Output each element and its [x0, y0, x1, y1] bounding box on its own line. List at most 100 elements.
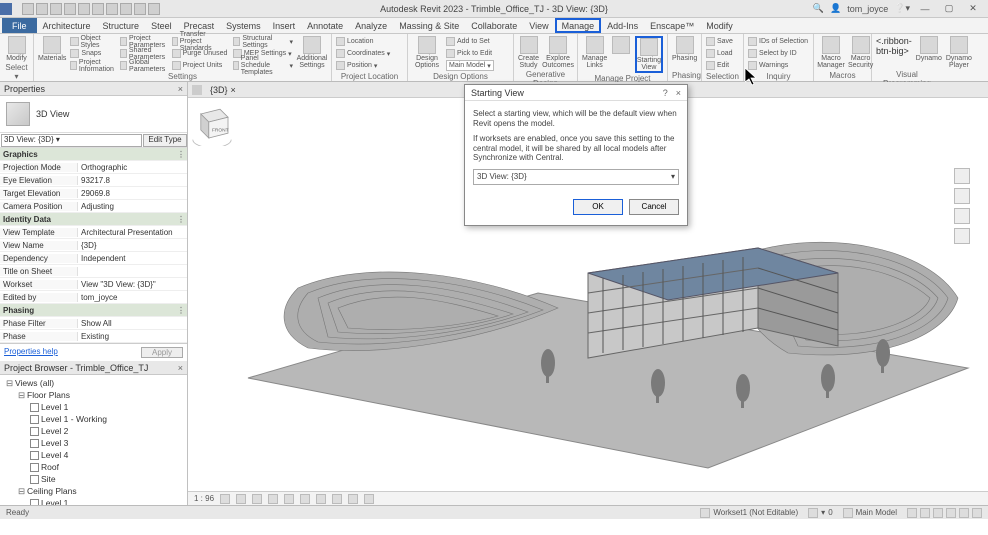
home-icon[interactable]	[192, 85, 202, 95]
project-browser-tree[interactable]: ⊟Views (all) ⊟Floor Plans Level 1Level 1…	[0, 375, 187, 505]
position-button[interactable]: Position▾	[336, 60, 390, 71]
property-row[interactable]: Edited bytom_joyce	[0, 291, 187, 304]
qat-icon[interactable]	[22, 3, 34, 15]
property-value[interactable]: tom_joyce	[78, 293, 187, 302]
location-button[interactable]: Location	[336, 36, 390, 47]
user-icon[interactable]: 👤	[830, 3, 841, 14]
property-row[interactable]: DependencyIndependent	[0, 252, 187, 265]
project-units-button[interactable]: Project Units	[172, 60, 229, 71]
view-tab-3d[interactable]: {3D} ×	[210, 85, 236, 95]
filter-icon[interactable]	[972, 508, 982, 518]
property-row[interactable]: Phase FilterShow All	[0, 317, 187, 330]
shared-params-button[interactable]: Shared Parameters	[120, 48, 167, 59]
tab-file[interactable]: File	[2, 18, 37, 33]
starting-view-button[interactable]: Starting View	[635, 36, 663, 73]
user-name[interactable]: tom_joyce	[847, 4, 888, 14]
macro-manager-button[interactable]: Macro Manager	[818, 36, 844, 69]
select-pinned-icon[interactable]	[933, 508, 943, 518]
qat-icon[interactable]	[148, 3, 160, 15]
warnings-button[interactable]: Warnings	[748, 60, 808, 71]
editable-requests-icon[interactable]	[808, 508, 818, 518]
tree-item[interactable]: Roof	[2, 461, 185, 473]
macro-security-button[interactable]: Macro Security	[848, 36, 873, 69]
qat-icon[interactable]	[92, 3, 104, 15]
close-button[interactable]: ✕	[964, 3, 982, 14]
structural-settings-button[interactable]: Structural Settings▾	[233, 36, 293, 47]
view-tab-close-icon[interactable]: ×	[231, 85, 236, 95]
property-value[interactable]: Existing	[78, 332, 187, 341]
cancel-button[interactable]: Cancel	[629, 199, 679, 215]
qat-icon[interactable]	[50, 3, 62, 15]
type-selector[interactable]: 3D View	[0, 96, 187, 133]
phasing-button[interactable]: Phasing	[672, 36, 697, 62]
qat-icon[interactable]	[64, 3, 76, 15]
drag-elements-icon[interactable]	[959, 508, 969, 518]
edit-selection-button[interactable]: Edit	[706, 60, 733, 71]
workset-status[interactable]: Workset1 (Not Editable)	[700, 508, 798, 518]
materials-button[interactable]: Materials	[38, 36, 66, 62]
group-graphics[interactable]: Graphics	[0, 150, 175, 159]
group-phasing[interactable]: Phasing	[0, 306, 175, 315]
tree-item[interactable]: Level 3	[2, 437, 185, 449]
qat-icon[interactable]	[134, 3, 146, 15]
main-model-select[interactable]: Main Model▾	[446, 60, 494, 71]
additional-settings-button[interactable]: Additional Settings	[297, 36, 327, 69]
select-underlay-icon[interactable]	[920, 508, 930, 518]
tab-manage[interactable]: Manage	[555, 18, 602, 33]
qat-icon[interactable]	[106, 3, 118, 15]
tree-floor-plans[interactable]: Floor Plans	[27, 390, 70, 400]
help-icon[interactable]: ❔▾	[894, 3, 910, 14]
tree-item[interactable]: Level 4	[2, 449, 185, 461]
project-info-button[interactable]: Project Information	[70, 60, 116, 71]
property-value[interactable]: 29069.8	[78, 189, 187, 198]
project-browser-header[interactable]: Project Browser - Trimble_Office_TJ ×	[0, 361, 187, 375]
tab-collaborate[interactable]: Collaborate	[465, 18, 523, 33]
panel-schedule-button[interactable]: Panel Schedule Templates▾	[233, 60, 293, 71]
property-row[interactable]: Title on Sheet	[0, 265, 187, 278]
instance-combo[interactable]: 3D View: {3D} ▾	[1, 134, 142, 147]
tab-enscape[interactable]: Enscape™	[644, 18, 700, 33]
properties-close-icon[interactable]: ×	[178, 84, 183, 94]
dynamo-button[interactable]: Dynamo	[916, 36, 942, 62]
modify-button[interactable]: Modify	[4, 36, 29, 62]
property-value[interactable]: Architectural Presentation	[78, 228, 187, 237]
property-value[interactable]: 93217.8	[78, 176, 187, 185]
pick-to-edit-button[interactable]: Pick to Edit	[446, 48, 494, 59]
tree-item[interactable]: Level 1	[2, 401, 185, 413]
tab-modify[interactable]: Modify	[700, 18, 739, 33]
property-row[interactable]: PhaseExisting	[0, 330, 187, 343]
transfer-standards-button[interactable]: Transfer Project Standards	[172, 36, 229, 47]
view-cube[interactable]: FRONT	[188, 98, 236, 146]
tree-ceiling-plans[interactable]: Ceiling Plans	[27, 486, 77, 496]
tree-item[interactable]: Level 2	[2, 425, 185, 437]
select-by-id-button[interactable]: Select by ID	[748, 48, 808, 59]
design-options-button[interactable]: Design Options	[412, 36, 442, 69]
create-study-button[interactable]: Create Study	[518, 36, 539, 69]
tree-root[interactable]: Views (all)	[15, 378, 54, 388]
tree-item[interactable]: Level 1 - Working	[2, 413, 185, 425]
project-params-button[interactable]: Project Parameters	[120, 36, 167, 47]
select-face-icon[interactable]	[946, 508, 956, 518]
select-links-icon[interactable]	[907, 508, 917, 518]
tab-architecture[interactable]: Architecture	[37, 18, 97, 33]
property-row[interactable]: Eye Elevation93217.8	[0, 174, 187, 187]
qat-icon[interactable]	[120, 3, 132, 15]
starting-view-select[interactable]: 3D View: {3D}▾	[473, 169, 679, 185]
maximize-button[interactable]: ▢	[940, 3, 958, 14]
select-group-label[interactable]: Select ▾	[4, 62, 29, 82]
qat-icon[interactable]	[78, 3, 90, 15]
save-selection-button[interactable]: Save	[706, 36, 733, 47]
object-styles-button[interactable]: Object Styles	[70, 36, 116, 47]
property-row[interactable]: Projection ModeOrthographic	[0, 161, 187, 174]
tab-view[interactable]: View	[523, 18, 554, 33]
tab-annotate[interactable]: Annotate	[301, 18, 349, 33]
property-row[interactable]: Target Elevation29069.8	[0, 187, 187, 200]
property-row[interactable]: View TemplateArchitectural Presentation	[0, 226, 187, 239]
coordinates-button[interactable]: Coordinates▾	[336, 48, 390, 59]
tree-item[interactable]: Level 1	[2, 497, 185, 505]
property-value[interactable]: View "3D View: {3D}"	[78, 280, 187, 289]
group-identity[interactable]: Identity Data	[0, 215, 175, 224]
properties-help-link[interactable]: Properties help	[4, 347, 58, 358]
minimize-button[interactable]: —	[916, 4, 934, 14]
property-row[interactable]: Camera PositionAdjusting	[0, 200, 187, 213]
